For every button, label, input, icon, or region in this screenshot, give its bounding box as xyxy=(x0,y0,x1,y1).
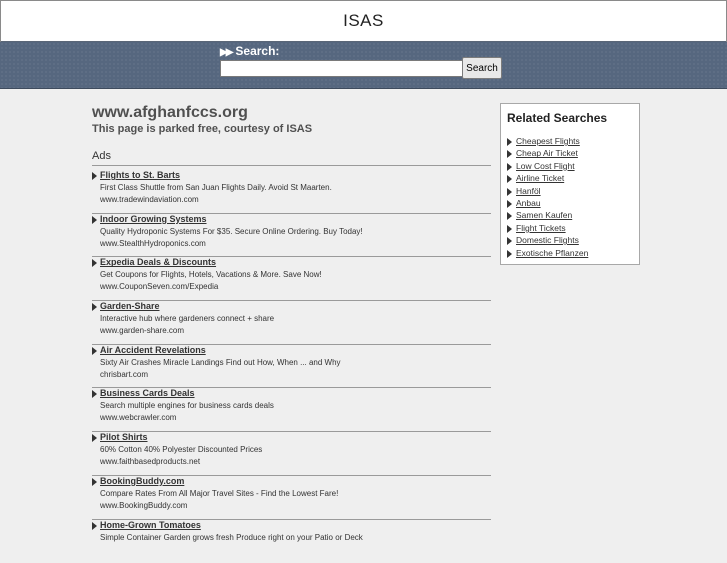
ad-description: Search multiple engines for business car… xyxy=(100,401,274,410)
ad-item: BookingBuddy.com Compare Rates From All … xyxy=(92,476,491,520)
arrow-right-icon xyxy=(507,225,512,233)
courtesy-text: This page is parked free, courtesy of IS… xyxy=(92,123,312,135)
related-search-item[interactable]: Anbau xyxy=(507,198,588,210)
ad-url-link[interactable]: www.StealthHydroponics.com xyxy=(100,239,206,248)
arrow-right-icon xyxy=(92,522,97,530)
related-search-item[interactable]: Exotische Pflanzen xyxy=(507,248,588,260)
arrow-right-icon xyxy=(92,390,97,398)
ad-item: Business Cards Deals Search multiple eng… xyxy=(92,388,491,432)
ad-url-link[interactable]: www.CouponSeven.com/Expedia xyxy=(100,282,218,291)
arrow-right-icon xyxy=(92,216,97,224)
related-searches-heading: Related Searches xyxy=(507,111,607,125)
ad-item: Pilot Shirts 60% Cotton 40% Polyester Di… xyxy=(92,432,491,476)
related-search-link[interactable]: Hanföl xyxy=(516,186,541,196)
arrow-right-icon xyxy=(507,175,512,183)
related-search-link[interactable]: Airline Ticket xyxy=(516,173,564,183)
ad-description: Simple Container Garden grows fresh Prod… xyxy=(100,533,363,542)
related-search-link[interactable]: Domestic Flights xyxy=(516,235,579,245)
arrow-right-icon xyxy=(507,200,512,208)
arrow-right-icon xyxy=(92,303,97,311)
related-search-link[interactable]: Samen Kaufen xyxy=(516,210,572,220)
arrow-right-icon xyxy=(92,172,97,180)
search-input[interactable] xyxy=(220,60,463,77)
arrow-right-icon xyxy=(507,150,512,158)
related-search-link[interactable]: Exotische Pflanzen xyxy=(516,248,588,258)
related-search-link[interactable]: Cheapest Flights xyxy=(516,136,580,146)
ad-title-link[interactable]: Business Cards Deals xyxy=(100,388,195,398)
ad-item: Garden-Share Interactive hub where garde… xyxy=(92,301,491,345)
arrow-right-icon xyxy=(507,237,512,245)
arrow-right-icon xyxy=(507,163,512,171)
arrow-right-icon xyxy=(507,138,512,146)
ad-url-link[interactable]: www.garden-share.com xyxy=(100,326,184,335)
ad-item: Home-Grown Tomatoes Simple Container Gar… xyxy=(92,520,491,563)
page-domain: www.afghanfccs.org xyxy=(92,104,248,122)
related-searches-panel: Related Searches Cheapest Flights Cheap … xyxy=(500,103,640,265)
ad-url-link[interactable]: www.webcrawler.com xyxy=(100,413,176,422)
ad-title-link[interactable]: BookingBuddy.com xyxy=(100,476,184,486)
ads-divider xyxy=(92,165,491,166)
related-search-item[interactable]: Low Cost Flight xyxy=(507,161,588,173)
related-search-item[interactable]: Hanföl xyxy=(507,186,588,198)
ads-list: Flights to St. Barts First Class Shuttle… xyxy=(92,170,491,563)
related-searches-list: Cheapest Flights Cheap Air Ticket Low Co… xyxy=(507,136,588,260)
ad-title-link[interactable]: Air Accident Revelations xyxy=(100,345,206,355)
arrow-right-icon xyxy=(92,434,97,442)
ad-item: Indoor Growing Systems Quality Hydroponi… xyxy=(92,214,491,258)
ad-title-link[interactable]: Flights to St. Barts xyxy=(100,170,180,180)
arrow-right-icon xyxy=(507,250,512,258)
ads-heading: Ads xyxy=(92,150,111,162)
main-content: www.afghanfccs.org This page is parked f… xyxy=(0,101,727,545)
arrow-right-icon xyxy=(507,188,512,196)
related-search-link[interactable]: Cheap Air Ticket xyxy=(516,148,578,158)
header-bar: ISAS xyxy=(0,0,727,43)
related-search-link[interactable]: Low Cost Flight xyxy=(516,161,575,171)
ad-title-link[interactable]: Garden-Share xyxy=(100,301,160,311)
search-label-text: Search: xyxy=(235,44,279,58)
ad-description: 60% Cotton 40% Polyester Discounted Pric… xyxy=(100,445,262,454)
ad-title-link[interactable]: Home-Grown Tomatoes xyxy=(100,520,201,530)
search-band: ▶▶ Search: Search xyxy=(0,42,727,89)
ad-description: Interactive hub where gardeners connect … xyxy=(100,314,274,323)
ad-description: Compare Rates From All Major Travel Site… xyxy=(100,489,338,498)
related-search-item[interactable]: Domestic Flights xyxy=(507,235,588,247)
ad-url-link[interactable]: www.faithbasedproducts.net xyxy=(100,457,200,466)
ad-description: Sixty Air Crashes Miracle Landings Find … xyxy=(100,358,341,367)
site-title: ISAS xyxy=(343,11,384,31)
arrow-right-icon xyxy=(92,478,97,486)
related-search-item[interactable]: Flight Tickets xyxy=(507,223,588,235)
ad-description: Quality Hydroponic Systems For $35. Secu… xyxy=(100,227,363,236)
ad-url-link[interactable]: www.BookingBuddy.com xyxy=(100,501,187,510)
ad-item: Flights to St. Barts First Class Shuttle… xyxy=(92,170,491,214)
ad-description: Get Coupons for Flights, Hotels, Vacatio… xyxy=(100,270,322,279)
ad-title-link[interactable]: Indoor Growing Systems xyxy=(100,214,207,224)
ad-item: Expedia Deals & Discounts Get Coupons fo… xyxy=(92,257,491,301)
arrow-right-icon xyxy=(507,212,512,220)
search-label: ▶▶ Search: xyxy=(220,44,279,58)
related-search-link[interactable]: Anbau xyxy=(516,198,541,208)
search-button[interactable]: Search xyxy=(462,57,502,79)
ad-url-link[interactable]: www.tradewindaviation.com xyxy=(100,195,199,204)
ad-item: Air Accident Revelations Sixty Air Crash… xyxy=(92,345,491,389)
arrow-right-icon xyxy=(92,259,97,267)
related-search-item[interactable]: Cheap Air Ticket xyxy=(507,148,588,160)
ad-url-link[interactable]: chrisbart.com xyxy=(100,370,148,379)
related-search-item[interactable]: Samen Kaufen xyxy=(507,210,588,222)
ad-title-link[interactable]: Expedia Deals & Discounts xyxy=(100,257,216,267)
related-search-item[interactable]: Cheapest Flights xyxy=(507,136,588,148)
double-arrow-icon: ▶▶ xyxy=(220,47,231,58)
ad-title-link[interactable]: Pilot Shirts xyxy=(100,432,148,442)
related-search-item[interactable]: Airline Ticket xyxy=(507,173,588,185)
related-search-link[interactable]: Flight Tickets xyxy=(516,223,566,233)
ad-description: First Class Shuttle from San Juan Flight… xyxy=(100,183,332,192)
arrow-right-icon xyxy=(92,347,97,355)
